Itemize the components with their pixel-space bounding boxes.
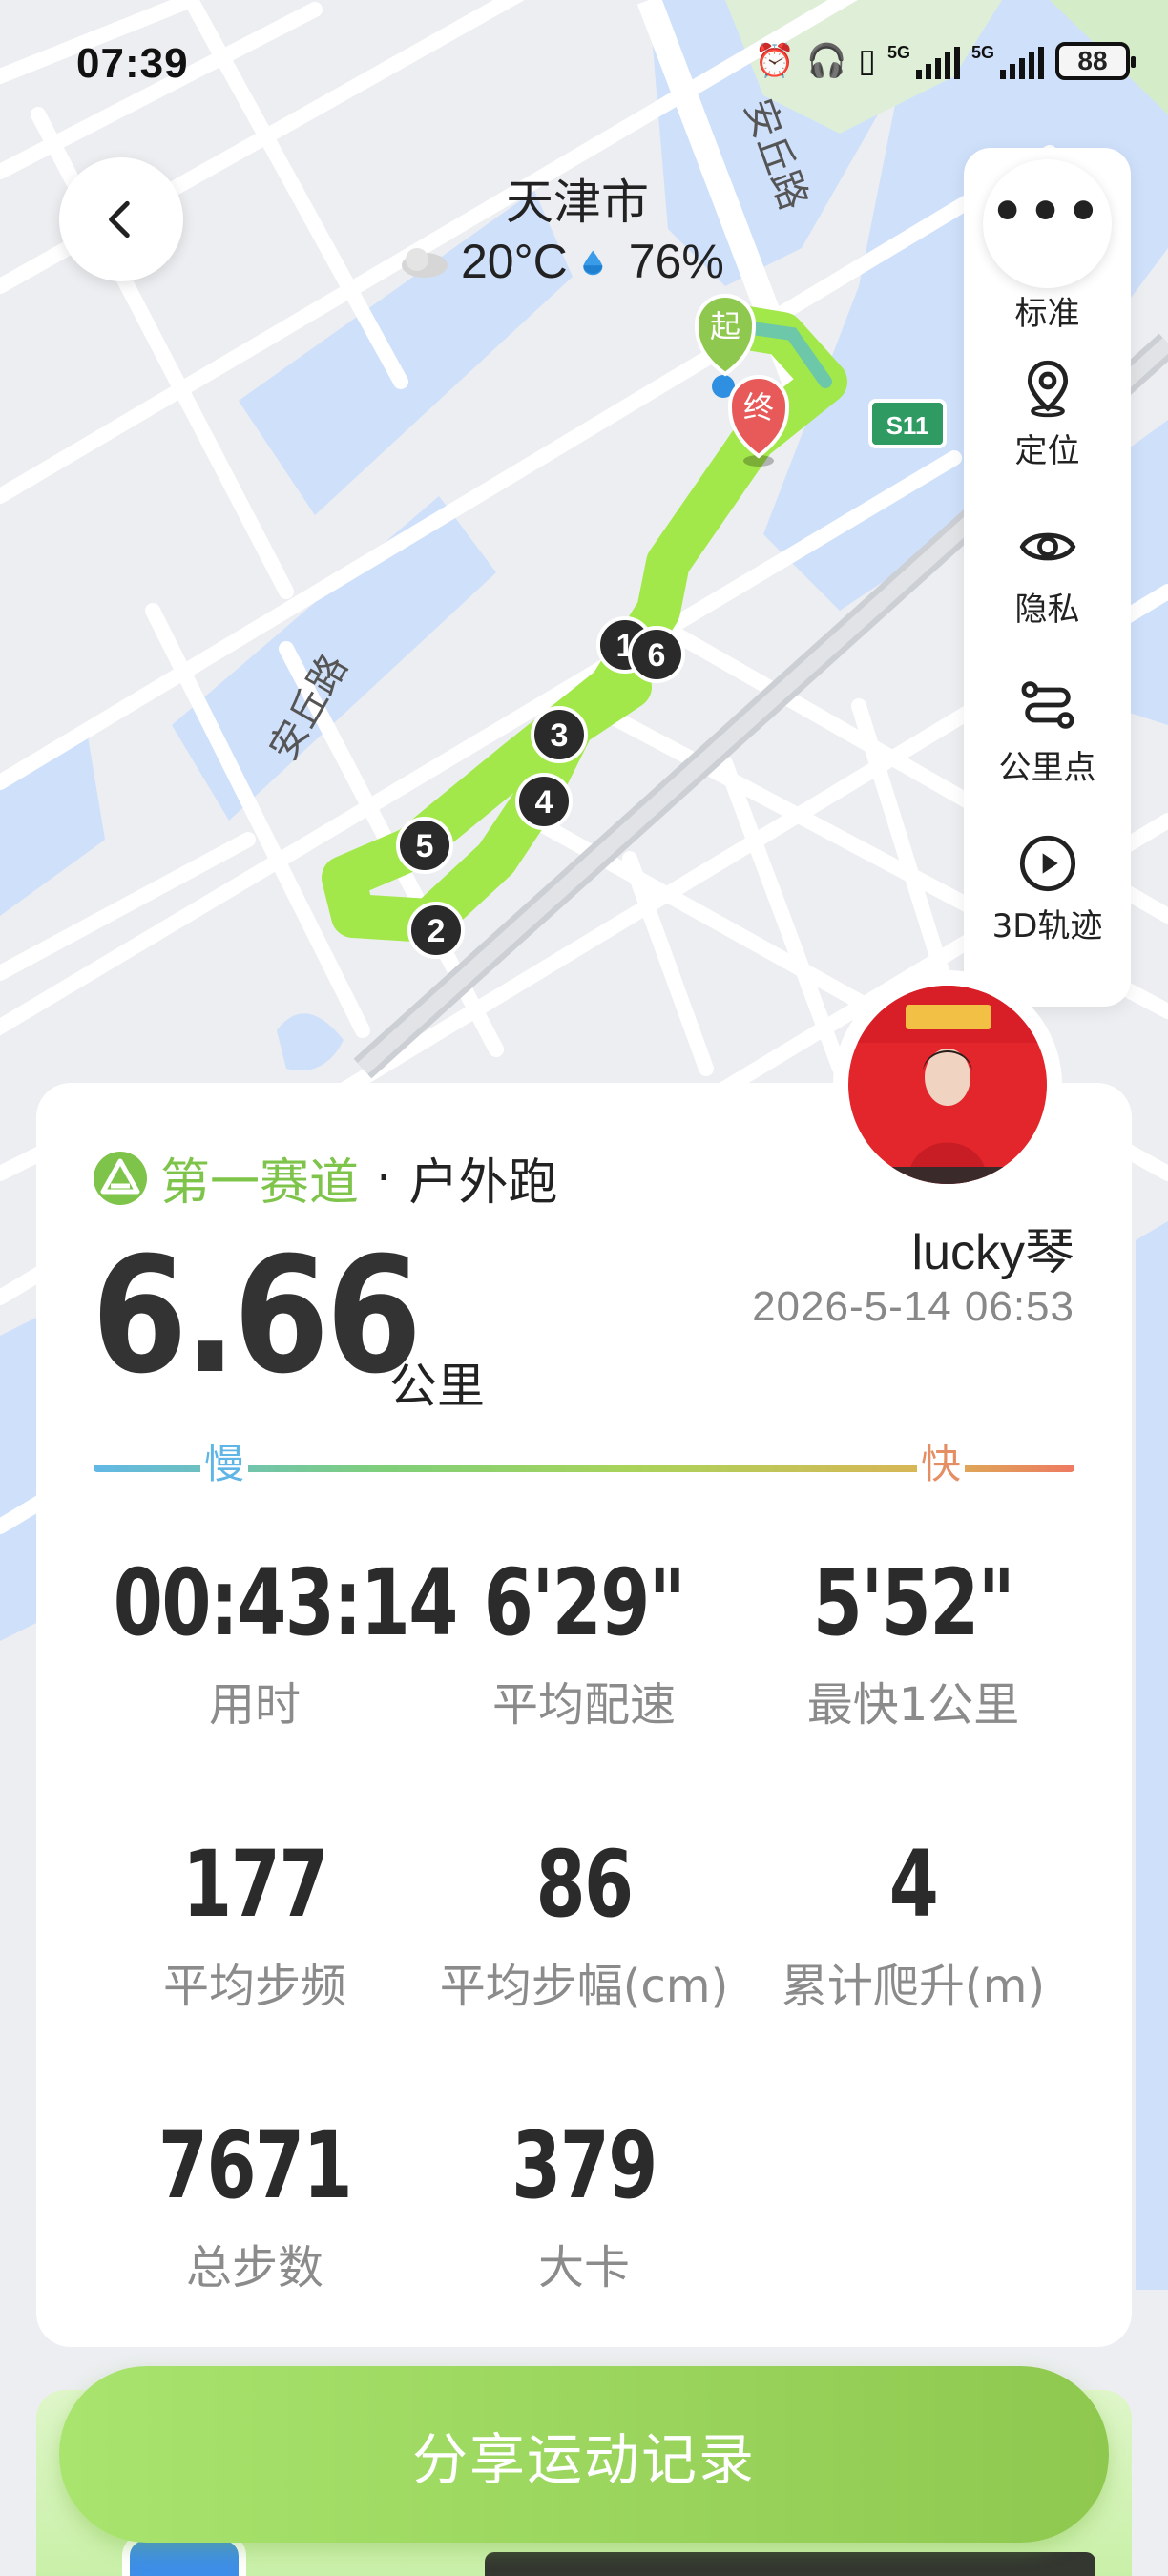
distance-value: 6.66 (92, 1222, 422, 1409)
stat-label: 平均步幅(cm) (439, 1959, 729, 2013)
toolbar-item-label: 3D轨迹 (991, 907, 1103, 945)
play-icon (1019, 835, 1075, 892)
share-record-label: 分享运动记录 (411, 2426, 756, 2492)
map-toolbar: ••• 标准 定位 隐私 公里点 3D轨迹 (964, 148, 1131, 1007)
weather-info: 20°C 76% (396, 234, 724, 289)
status-time: 07:39 (76, 40, 189, 87)
stat-value: 86 (535, 1831, 634, 1938)
stat-value: 379 (511, 2112, 657, 2219)
signal-5g-icon: 5G (971, 43, 1044, 79)
svg-text:3: 3 (551, 717, 569, 754)
location-pin-icon (1027, 360, 1068, 418)
stat-total-steps: 7671 总步数 (73, 2118, 436, 2296)
toolbar-item-privacy[interactable]: 隐私 (964, 516, 1131, 630)
back-button[interactable] (59, 157, 183, 281)
avatar-photo (848, 986, 1047, 1184)
stat-label: 最快1公里 (806, 1677, 1020, 1732)
toolbar-item-label: 公里点 (998, 749, 1096, 787)
km-marker-2: 2 (407, 902, 465, 959)
toolbar-item-label: 定位 (1014, 432, 1080, 470)
km-marker-4: 4 (515, 773, 573, 830)
svg-text:6: 6 (648, 637, 666, 674)
chevron-left-icon (109, 200, 130, 239)
pace-fast-label: 快 (917, 1436, 966, 1493)
city-name: 天津市 (506, 175, 649, 230)
humidity-drop-icon (583, 250, 603, 276)
alarm-icon: ⏰ (754, 42, 795, 80)
toolbar-item-label: 标准 (1014, 295, 1080, 333)
stat-value: 177 (182, 1831, 328, 1938)
summary-card: 第一赛道 · 户外跑 6.66 公里 lucky琴 2026-5-14 06:5… (36, 970, 1132, 2347)
stat-value: 7671 (157, 2112, 353, 2219)
stat-avg-stride: 86 平均步幅(cm) (403, 1837, 765, 2015)
cloud-icon (402, 248, 448, 278)
stat-label: 累计爬升(m) (781, 1959, 1046, 2013)
stat-avg-cadence: 177 平均步频 (73, 1837, 436, 2015)
status-icons: ⏰ 🎧 ▯ 5G 5G 88 (754, 42, 1136, 80)
stat-label: 用时 (208, 1677, 301, 1732)
pace-slow-label: 慢 (200, 1436, 249, 1493)
stat-calories: 379 大卡 (403, 2118, 765, 2296)
highway-badge: S11 (868, 399, 947, 448)
stat-avg-pace: 6'29" 平均配速 (403, 1555, 765, 1734)
temperature: 20°C (461, 235, 568, 288)
distance-unit: 公里 (389, 1359, 485, 1414)
svg-text:4: 4 (535, 784, 553, 821)
toolbar-item-locate[interactable]: 定位 (964, 358, 1131, 471)
svg-text:2: 2 (428, 913, 446, 949)
share-record-button[interactable]: 分享运动记录 (59, 2366, 1109, 2543)
km-marker-5: 5 (396, 817, 453, 874)
signal-5g-icon: 5G (887, 43, 960, 79)
svg-text:5: 5 (416, 828, 434, 864)
end-label: 终 (743, 389, 774, 426)
stat-value: 00:43:14 (113, 1549, 459, 1656)
brand-name: 第一赛道 (160, 1154, 360, 1212)
km-marker-6: 6 (628, 626, 685, 683)
highway-label: S11 (886, 411, 929, 440)
activity-datetime: 2026-5-14 06:53 (752, 1283, 1074, 1330)
stat-label: 平均步频 (162, 1959, 346, 2013)
brand-logo-icon (94, 1151, 147, 1205)
humidity: 76% (628, 235, 724, 288)
more-button[interactable]: ••• (983, 159, 1112, 288)
battery-icon: 88 (1055, 42, 1136, 80)
toolbar-item-km-points[interactable]: 公里点 (964, 675, 1131, 788)
stat-fastest-km: 5'52" 最快1公里 (732, 1555, 1095, 1734)
stat-total-climb: 4 累计爬升(m) (732, 1837, 1095, 2015)
stat-value: 6'29" (483, 1549, 686, 1656)
stat-label: 平均配速 (491, 1677, 676, 1732)
km-marker-3: 3 (531, 706, 588, 763)
stat-label: 总步数 (185, 2240, 323, 2295)
stat-value: 5'52" (812, 1549, 1015, 1656)
headphones-icon: 🎧 (805, 42, 847, 80)
start-label: 起 (710, 308, 740, 344)
promo-text-partial (485, 2552, 1095, 2576)
more-dots-icon: ••• (990, 180, 1105, 243)
stat-label: 大卡 (537, 2240, 630, 2295)
route-points-icon (1021, 681, 1074, 729)
eye-icon (1019, 532, 1075, 561)
brand-header: 第一赛道 · 户外跑 (92, 1142, 558, 1214)
vibrate-icon: ▯ (858, 42, 876, 80)
avatar[interactable] (833, 970, 1062, 1199)
toolbar-item-3d-track[interactable]: 3D轨迹 (964, 833, 1131, 946)
toolbar-item-standard[interactable]: 标准 (964, 281, 1131, 334)
brand-separator: · (376, 1149, 392, 1207)
stat-duration: 00:43:14 用时 (73, 1549, 459, 1734)
activity-type: 户外跑 (408, 1154, 558, 1212)
username: lucky琴 (911, 1225, 1074, 1280)
stat-value: 4 (888, 1831, 939, 1938)
toolbar-item-label: 隐私 (1014, 591, 1080, 629)
